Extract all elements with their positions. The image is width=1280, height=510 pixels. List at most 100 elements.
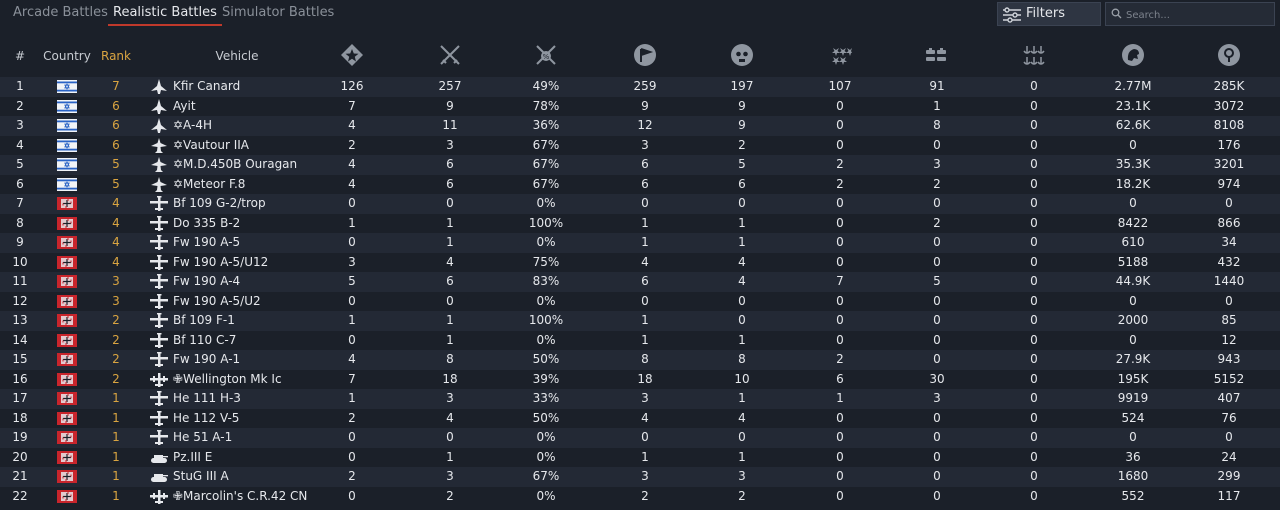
table-row[interactable]: 13 2 Bf 109 F-1 1 1 100% 1 0 0 0 0 2000 85 [0, 311, 1280, 331]
stat-respawns: 259 [633, 79, 657, 93]
stat-naval-kills: 0 [1030, 235, 1038, 249]
table-row[interactable]: 4 6 ✡Vautour IIA 2 3 67% 3 2 0 0 0 0 176 [0, 135, 1280, 155]
stat-research-points: 974 [1217, 176, 1241, 191]
stat-win-rate: 50% [532, 352, 560, 366]
respawns-icon[interactable] [632, 42, 658, 68]
stat-battles: 4 [348, 118, 356, 132]
stat-ground-kills: 0 [933, 352, 941, 366]
table-row[interactable]: 21 1 StuG III A 2 3 67% 3 3 0 0 0 1680 299 [0, 467, 1280, 487]
germany-flag-icon [57, 470, 77, 483]
table-row[interactable]: 1 7 Kfir Canard 126 257 49% 259 197 107 91 0 2.77M 2… [0, 77, 1280, 97]
stat-lions-earned: 2.77M [1114, 79, 1152, 93]
stat-ground-kills: 0 [933, 293, 941, 308]
filters-button[interactable]: Filters [997, 2, 1101, 26]
stat-lions-earned: 524 [1121, 410, 1145, 425]
stat-victories: 3 [446, 137, 454, 152]
stat-air-kills: 0 [836, 293, 844, 308]
col-country-header[interactable]: Country [43, 36, 91, 76]
vehicle-name: ✡A-4H [173, 118, 212, 132]
air-kills-icon[interactable] [827, 42, 853, 68]
stat-respawns: 0 [641, 430, 649, 444]
row-index: 10 [12, 254, 28, 269]
win-rate-icon[interactable]: % [533, 42, 559, 68]
search-input[interactable] [1124, 5, 1273, 25]
table-row[interactable]: 7 4 Bf 109 G-2/trop 0 0 0% 0 0 0 0 0 0 0 [0, 194, 1280, 214]
vehicle-name: Do 335 B-2 [173, 215, 241, 230]
stat-deaths: 0 [738, 313, 746, 327]
deaths-icon[interactable] [729, 42, 755, 68]
table-row[interactable]: 15 2 Fw 190 A-1 4 8 50% 8 8 2 0 0 27.9K 943 [0, 350, 1280, 370]
stat-ground-kills: 30 [929, 371, 945, 386]
stat-victories: 257 [438, 79, 462, 93]
row-index: 3 [16, 118, 24, 132]
table-row[interactable]: 10 4 Fw 190 A-5/U12 3 4 75% 4 4 0 0 0 5188 432 [0, 252, 1280, 272]
stat-air-kills: 0 [836, 215, 844, 230]
vehicle-name: Kfir Canard [173, 79, 241, 93]
stat-air-kills: 0 [836, 410, 844, 425]
stat-ground-kills: 2 [933, 215, 941, 230]
stat-research-points: 24 [1221, 449, 1237, 464]
col-index-header[interactable]: # [15, 36, 25, 76]
stat-air-kills: 1 [836, 391, 844, 405]
table-row[interactable]: 3 6 ✡A-4H 4 11 36% 12 9 0 8 0 62.6K 8108 [0, 116, 1280, 136]
battles-icon[interactable] [339, 42, 365, 68]
germany-flag-icon [57, 372, 77, 386]
table-row[interactable]: 18 1 He 112 V-5 2 4 50% 4 4 0 0 0 524 76 [0, 408, 1280, 428]
victories-icon[interactable] [437, 42, 463, 68]
tab-realistic-battles[interactable]: Realistic Battles [108, 0, 222, 26]
stat-air-kills: 0 [836, 118, 844, 132]
stat-victories: 1 [446, 449, 454, 464]
vehicle-name: He 112 V-5 [173, 410, 240, 425]
stat-research-points: 176 [1217, 137, 1241, 152]
table-row[interactable]: 8 4 Do 335 B-2 1 1 100% 1 1 0 2 0 8422 866 [0, 213, 1280, 233]
stat-battles: 4 [348, 157, 356, 171]
table-row[interactable]: 5 5 ✡M.D.450B Ouragan 4 6 67% 6 5 2 3 0 35.3K 3201 [0, 155, 1280, 175]
table-row[interactable]: 20 1 Pz.III E 0 1 0% 1 1 0 0 0 36 24 [0, 447, 1280, 467]
stat-respawns: 6 [641, 157, 649, 171]
table-row[interactable]: 22 1 ✙Marcolin's C.R.42 CN 0 2 0% 2 2 0 0 0 552 117 [0, 486, 1280, 506]
stat-research-points: 407 [1217, 391, 1241, 405]
tab-simulator-battles[interactable]: Simulator Battles [222, 0, 334, 26]
naval-kills-icon[interactable] [1021, 42, 1047, 68]
col-vehicle-header[interactable]: Vehicle [216, 36, 259, 76]
stat-lions-earned: 0 [1129, 332, 1137, 347]
stat-lions-earned: 5188 [1117, 254, 1149, 269]
stat-lions-earned: 610 [1121, 235, 1145, 249]
stat-naval-kills: 0 [1030, 410, 1038, 425]
stat-ground-kills: 0 [933, 430, 941, 444]
stat-ground-kills: 91 [929, 79, 945, 93]
table-row[interactable]: 16 2 ✙Wellington Mk Ic 7 18 39% 18 10 6 30 0 195K 51… [0, 369, 1280, 389]
vehicle-name: Bf 110 C-7 [173, 332, 237, 347]
table-row[interactable]: 2 6 Ayit 7 9 78% 9 9 0 1 0 23.1K 3072 [0, 96, 1280, 116]
table-row[interactable]: 17 1 He 111 H-3 1 3 33% 3 1 1 3 0 9919 407 [0, 389, 1280, 409]
jet-vehicle-icon [150, 118, 168, 133]
stat-air-kills: 0 [836, 332, 844, 347]
col-rank-header[interactable]: Rank [101, 36, 131, 76]
stat-battles: 0 [348, 235, 356, 249]
tab-arcade-battles[interactable]: Arcade Battles [13, 0, 108, 26]
table-row[interactable]: 14 2 Bf 110 C-7 0 1 0% 1 1 0 0 0 0 12 [0, 330, 1280, 350]
table-row[interactable]: 19 1 He 51 A-1 0 0 0% 0 0 0 0 0 0 0 [0, 428, 1280, 448]
table-row[interactable]: 11 3 Fw 190 A-4 5 6 83% 6 4 7 5 0 44.9K 1440 [0, 272, 1280, 292]
row-index: 22 [12, 488, 28, 503]
table-row[interactable]: 6 5 ✡Meteor F.8 4 6 67% 6 6 2 2 0 18.2K 974 [0, 174, 1280, 194]
stat-lions-earned: 27.9K [1115, 352, 1151, 366]
ground-kills-icon[interactable] [924, 42, 950, 68]
table-header: # Country Rank Vehicle % [0, 36, 1280, 76]
bomber-vehicle-icon [150, 372, 168, 387]
vehicle-name: Fw 190 A-5 [173, 235, 241, 249]
table-row[interactable]: 9 4 Fw 190 A-5 0 1 0% 1 1 0 0 0 610 34 [0, 233, 1280, 253]
lions-earned-icon[interactable] [1120, 42, 1146, 68]
stat-ground-kills: 2 [933, 176, 941, 191]
row-rank: 3 [112, 274, 120, 288]
row-rank: 2 [112, 371, 120, 386]
stat-naval-kills: 0 [1030, 157, 1038, 171]
stat-air-kills: 2 [836, 352, 844, 366]
vehicle-name: ✙Wellington Mk Ic [173, 371, 282, 386]
stat-deaths: 4 [738, 410, 746, 425]
table-row[interactable]: 12 3 Fw 190 A-5/U2 0 0 0% 0 0 0 0 0 0 0 [0, 291, 1280, 311]
stat-naval-kills: 0 [1030, 469, 1038, 483]
germany-flag-icon [57, 255, 77, 269]
research-points-icon[interactable] [1216, 42, 1242, 68]
row-rank: 1 [112, 449, 120, 464]
